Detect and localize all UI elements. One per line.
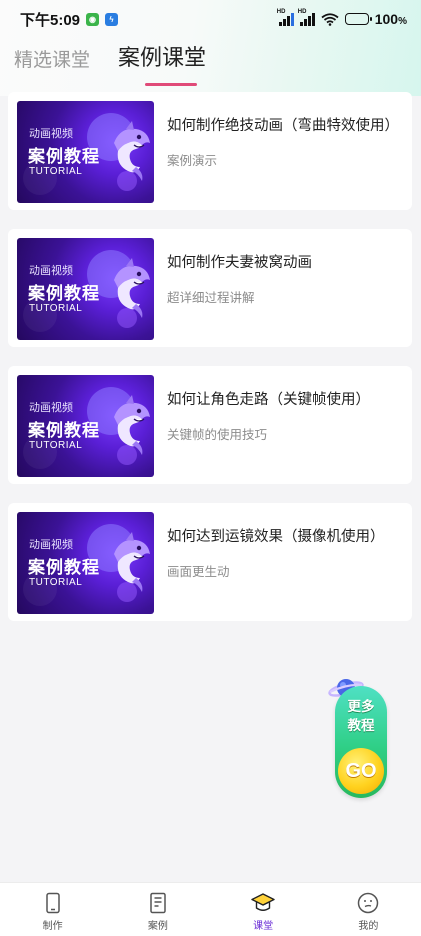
graduation-cap-icon bbox=[251, 893, 275, 911]
nav-cases[interactable]: 案例 bbox=[105, 883, 210, 936]
case-subtitle: 关键帧的使用技巧 bbox=[167, 427, 268, 442]
case-title: 如何达到运镜效果（摄像机使用） bbox=[167, 529, 385, 545]
thumbnail-subtitle: 动画视频 bbox=[29, 538, 73, 551]
document-icon bbox=[150, 892, 166, 914]
tab-cases[interactable]: 案例课堂 bbox=[118, 40, 207, 86]
nav-make-label: 制作 bbox=[42, 921, 63, 932]
thumbnail-english: TUTORIAL bbox=[29, 440, 83, 451]
case-thumbnail: 动画视频 案例教程 TUTORIAL bbox=[17, 238, 154, 340]
more-tutorials-button[interactable]: 更多 教程 GO bbox=[328, 676, 390, 802]
shark-mascot-icon bbox=[114, 395, 150, 455]
thumbnail-english: TUTORIAL bbox=[29, 303, 83, 314]
case-list: 动画视频 案例教程 TUTORIAL 如何制作绝技动画（弯曲特效使用） 案例演示… bbox=[8, 92, 412, 640]
phone-icon bbox=[45, 892, 60, 914]
bottom-navigation: 制作 案例 课堂 我的 bbox=[0, 882, 421, 936]
wechat-notification-icon: ◉ bbox=[86, 12, 100, 26]
case-card[interactable]: 动画视频 案例教程 TUTORIAL 如何制作绝技动画（弯曲特效使用） 案例演示 bbox=[8, 92, 412, 210]
case-thumbnail: 动画视频 案例教程 TUTORIAL bbox=[17, 512, 154, 614]
case-card[interactable]: 动画视频 案例教程 TUTORIAL 如何制作夫妻被窝动画 超详细过程讲解 bbox=[8, 229, 412, 347]
tab-cases-label: 案例课堂 bbox=[118, 46, 207, 71]
nav-mine[interactable]: 我的 bbox=[316, 883, 421, 936]
status-bar: 下午5:09 ◉ ϟ HD HD 100% bbox=[0, 0, 421, 38]
shark-mascot-icon bbox=[114, 532, 150, 592]
app-notification-icon: ϟ bbox=[105, 12, 119, 26]
case-title: 如何制作绝技动画（弯曲特效使用） bbox=[167, 118, 399, 134]
case-subtitle: 案例演示 bbox=[167, 153, 218, 168]
wifi-icon bbox=[321, 12, 339, 26]
thumbnail-subtitle: 动画视频 bbox=[29, 264, 73, 277]
thumbnail-title: 案例教程 bbox=[28, 284, 100, 304]
thumbnail-english: TUTORIAL bbox=[29, 577, 83, 588]
thumbnail-subtitle: 动画视频 bbox=[29, 127, 73, 140]
nav-make[interactable]: 制作 bbox=[0, 883, 105, 936]
thumbnail-subtitle: 动画视频 bbox=[29, 401, 73, 414]
battery-icon bbox=[344, 13, 372, 25]
battery-level: 100% bbox=[374, 11, 407, 27]
nav-cases-label: 案例 bbox=[147, 921, 168, 932]
tab-featured[interactable]: 精选课堂 bbox=[14, 45, 90, 76]
signal-icon: HD bbox=[277, 9, 294, 26]
smiley-icon bbox=[358, 892, 379, 914]
shark-mascot-icon bbox=[114, 121, 150, 181]
thumbnail-title: 案例教程 bbox=[28, 421, 100, 441]
case-subtitle: 画面更生动 bbox=[167, 564, 230, 579]
case-card[interactable]: 动画视频 案例教程 TUTORIAL 如何让角色走路（关键帧使用） 关键帧的使用… bbox=[8, 366, 412, 484]
case-title: 如何让角色走路（关键帧使用） bbox=[167, 392, 370, 408]
thumbnail-english: TUTORIAL bbox=[29, 166, 83, 177]
nav-classroom-label: 课堂 bbox=[253, 921, 274, 932]
go-badge: GO bbox=[338, 748, 384, 794]
signal-icon-2: HD bbox=[298, 9, 315, 26]
thumbnail-title: 案例教程 bbox=[28, 147, 100, 167]
active-tab-indicator bbox=[145, 83, 198, 86]
course-tabs: 精选课堂 案例课堂 bbox=[14, 40, 207, 86]
case-subtitle: 超详细过程讲解 bbox=[167, 290, 255, 305]
nav-classroom[interactable]: 课堂 bbox=[211, 883, 316, 936]
thumbnail-title: 案例教程 bbox=[28, 558, 100, 578]
case-card[interactable]: 动画视频 案例教程 TUTORIAL 如何达到运镜效果（摄像机使用） 画面更生动 bbox=[8, 503, 412, 621]
case-thumbnail: 动画视频 案例教程 TUTORIAL bbox=[17, 375, 154, 477]
more-tutorials-label: 更多 教程 bbox=[347, 699, 375, 734]
case-thumbnail: 动画视频 案例教程 TUTORIAL bbox=[17, 101, 154, 203]
shark-mascot-icon bbox=[114, 258, 150, 318]
case-title: 如何制作夫妻被窝动画 bbox=[167, 255, 312, 271]
nav-mine-label: 我的 bbox=[358, 921, 379, 932]
status-time: 下午5:09 bbox=[20, 11, 81, 29]
